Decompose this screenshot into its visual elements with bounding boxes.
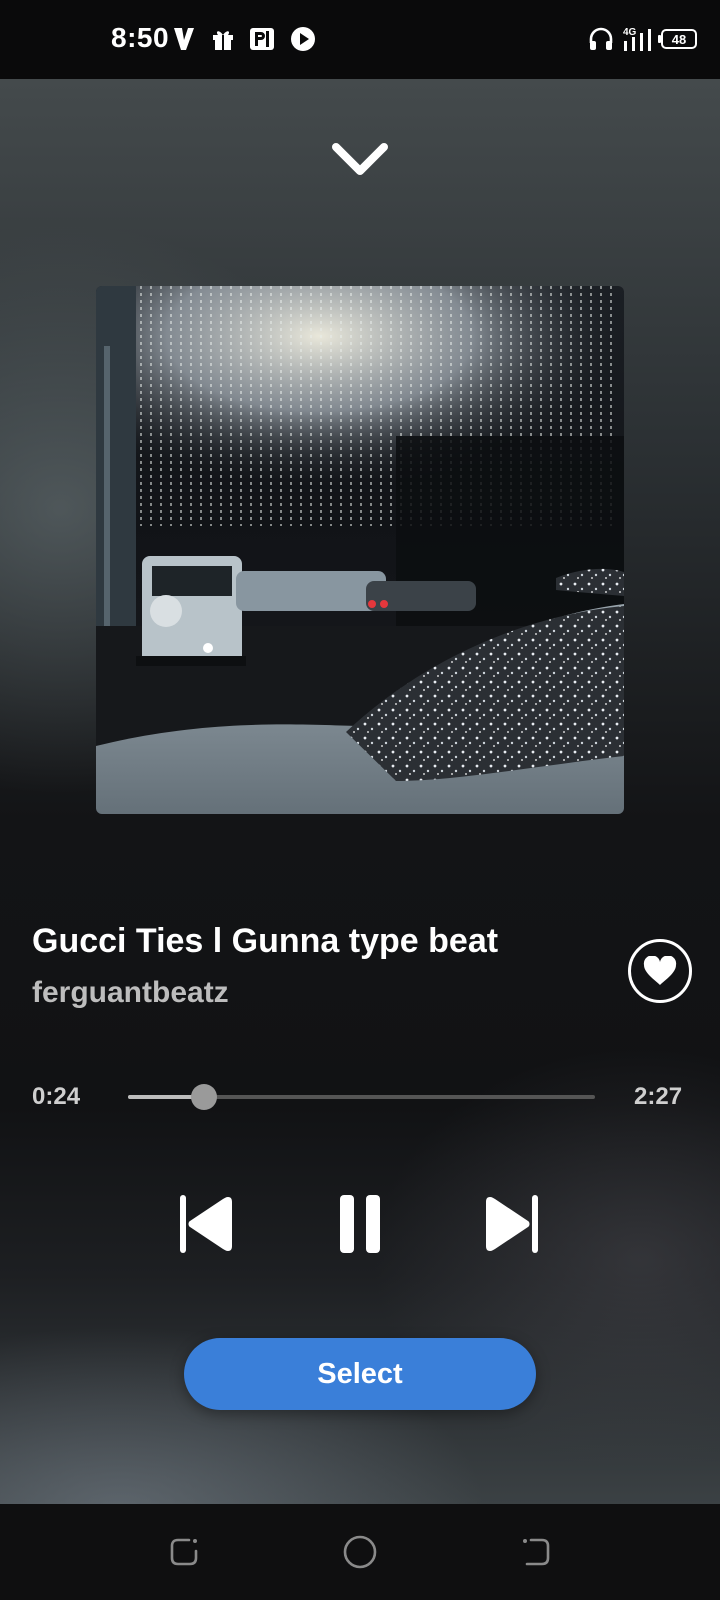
chevron-down-icon <box>332 143 388 175</box>
system-nav-bar <box>0 1504 720 1600</box>
seek-bar[interactable] <box>128 1084 595 1110</box>
status-bar: 8:50 4G 48 <box>0 0 720 79</box>
v-app-icon <box>172 24 196 54</box>
skip-next-icon <box>486 1195 538 1253</box>
time-elapsed: 0:24 <box>32 1083 81 1110</box>
seek-thumb[interactable] <box>191 1084 218 1110</box>
parking-app-icon <box>248 24 276 54</box>
skip-previous-icon <box>180 1195 232 1253</box>
status-time: 8:50 <box>111 22 170 53</box>
collapse-button[interactable] <box>324 134 396 184</box>
recents-button[interactable] <box>164 1532 204 1572</box>
home-button[interactable] <box>340 1532 380 1572</box>
home-circle-icon <box>343 1535 377 1569</box>
back-icon <box>523 1538 550 1566</box>
network-label: 4G <box>623 27 637 38</box>
pause-button[interactable] <box>322 1186 398 1262</box>
recents-icon <box>170 1538 198 1566</box>
back-button[interactable] <box>516 1532 556 1572</box>
next-button[interactable] <box>474 1186 550 1262</box>
previous-button[interactable] <box>168 1186 244 1262</box>
battery-level: 48 <box>672 32 686 47</box>
heart-icon <box>643 956 677 985</box>
battery-icon: 48 <box>658 24 698 54</box>
select-button[interactable]: Select <box>184 1338 536 1410</box>
album-art <box>96 286 624 814</box>
play-circle-icon <box>289 24 317 54</box>
track-artist[interactable]: ferguantbeatz <box>32 976 229 1010</box>
pause-icon <box>340 1195 380 1253</box>
signal-icon: 4G <box>620 24 656 54</box>
now-playing-screen: Gucci Ties l Gunna type beat ferguantbea… <box>0 79 720 1504</box>
like-button[interactable] <box>628 939 692 1003</box>
time-total: 2:27 <box>634 1083 683 1110</box>
headphones-icon <box>586 24 616 54</box>
track-title: Gucci Ties l Gunna type beat <box>32 922 499 960</box>
gift-icon <box>210 24 236 54</box>
